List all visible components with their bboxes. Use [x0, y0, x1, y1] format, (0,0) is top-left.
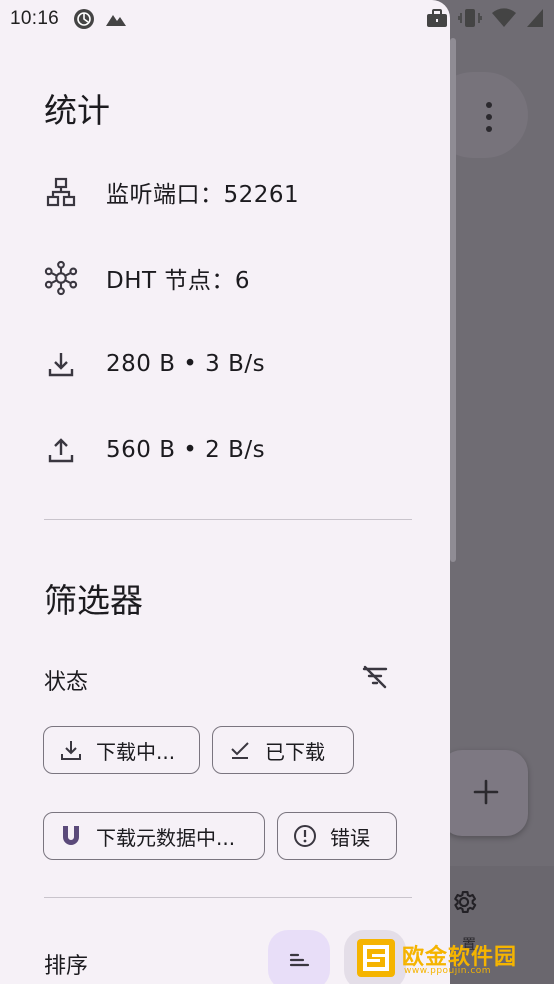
download-icon — [44, 347, 78, 381]
download-stats-text: 280 B • 3 B/s — [106, 351, 266, 377]
download-stats-row: 280 B • 3 B/s — [44, 344, 265, 384]
filter-off-icon — [362, 665, 388, 689]
vibrate-icon — [458, 9, 482, 27]
status-bar: 10:16 — [0, 0, 554, 38]
status-time: 10:16 — [10, 8, 60, 29]
signal-icon — [527, 9, 543, 27]
sort-icon — [289, 953, 310, 967]
listen-port-text: 监听端口：52261 — [106, 182, 300, 208]
filters-title: 筛选器 — [44, 581, 143, 620]
divider — [44, 519, 412, 520]
dht-nodes-row: DHT 节点：6 — [44, 258, 250, 298]
filter-chip-downloaded[interactable]: 已下载 — [212, 726, 354, 774]
dht-nodes-text: DHT 节点：6 — [106, 268, 250, 294]
magnet-icon — [58, 823, 84, 849]
upload-icon — [44, 433, 78, 467]
briefcase-icon — [427, 9, 447, 27]
chip-label: 错误 — [330, 825, 370, 850]
error-icon — [292, 823, 318, 849]
chip-label: 已下载 — [265, 739, 325, 764]
clear-filter-button[interactable] — [358, 660, 392, 694]
download-icon — [58, 737, 84, 763]
sort-label: 排序 — [44, 954, 89, 979]
stats-title: 统计 — [44, 91, 110, 130]
chip-label: 下载中... — [96, 739, 176, 764]
chip-label: 下载元数据中... — [96, 825, 236, 850]
listen-port-row: 监听端口：52261 — [44, 172, 299, 212]
divider — [44, 897, 412, 898]
state-filter-label: 状态 — [44, 670, 89, 695]
navigation-drawer: 统计 监听端口：52261 DHT 节点：6 280 B • 3 B/s 560… — [0, 0, 450, 984]
upload-stats-text: 560 B • 2 B/s — [106, 437, 266, 463]
upload-stats-row: 560 B • 2 B/s — [44, 430, 265, 470]
network-icon — [44, 175, 78, 209]
wifi-icon — [492, 8, 516, 27]
more-vert-icon — [486, 102, 492, 132]
mountain-notification-icon — [106, 15, 127, 26]
app-notification-icon — [74, 9, 95, 29]
check-icon — [227, 737, 253, 763]
filter-chip-metadata[interactable]: 下载元数据中... — [43, 812, 265, 860]
hub-icon — [44, 260, 78, 296]
scrollbar[interactable] — [450, 38, 456, 562]
filter-chip-error[interactable]: 错误 — [277, 812, 397, 860]
watermark: 欧金软件园 www.ppoujin.com — [356, 936, 552, 980]
plus-icon — [473, 779, 499, 805]
filter-chip-downloading[interactable]: 下载中... — [43, 726, 200, 774]
watermark-logo-icon — [357, 939, 395, 977]
sort-order-button[interactable] — [268, 930, 330, 984]
watermark-url: www.ppoujin.com — [404, 966, 492, 976]
gear-icon[interactable] — [450, 888, 478, 916]
